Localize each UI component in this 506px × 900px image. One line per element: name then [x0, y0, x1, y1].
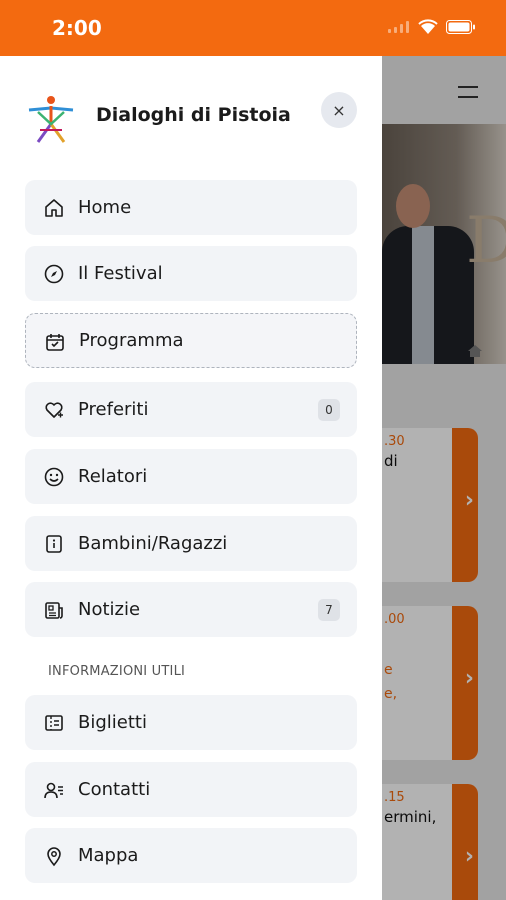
section-title: INFORMAZIONI UTILI — [48, 664, 186, 679]
status-icons — [388, 19, 476, 35]
menu-item-biglietti[interactable]: Biglietti — [25, 695, 357, 750]
home-small-icon — [468, 345, 482, 357]
heart-icon — [45, 402, 63, 418]
close-icon: × — [332, 100, 346, 120]
drawer-header: Dialoghi di Pistoia × — [0, 56, 382, 176]
ticket-icon — [45, 715, 63, 731]
menu-item-mappa[interactable]: Mappa — [25, 828, 357, 883]
contacts-icon — [44, 782, 63, 799]
status-bar: 2:00 — [0, 0, 506, 56]
close-drawer-button[interactable]: × — [321, 92, 357, 128]
menu-item-relatori[interactable]: Relatori — [25, 449, 357, 504]
dialoghi-logo-icon — [28, 96, 74, 143]
menu-item-label: Preferiti — [78, 399, 149, 420]
menu-item-preferiti[interactable]: Preferiti 0 — [25, 382, 357, 437]
battery-icon — [446, 20, 475, 34]
wifi-icon — [418, 19, 438, 34]
menu-item-bambini-ragazzi[interactable]: Bambini/Ragazzi — [25, 516, 357, 571]
favorites-count-badge: 0 — [318, 399, 340, 421]
menu-item-contatti[interactable]: Contatti — [25, 762, 357, 817]
menu-item-label: Bambini/Ragazzi — [78, 533, 228, 554]
news-icon — [45, 602, 63, 619]
home-icon — [45, 199, 63, 217]
signal-icon — [388, 21, 409, 33]
menu-item-label: Il Festival — [78, 263, 163, 284]
menu-item-programma[interactable]: Programma — [25, 313, 357, 368]
calendar-icon — [46, 334, 64, 351]
menu-item-label: Contatti — [78, 779, 151, 800]
menu-item-label: Programma — [79, 330, 184, 351]
menu-item-label: Home — [78, 197, 132, 218]
status-time: 2:00 — [52, 16, 102, 40]
smiley-icon — [44, 467, 64, 487]
app-title: Dialoghi di Pistoia — [96, 104, 291, 126]
menu-item-label: Notizie — [78, 599, 141, 620]
map-pin-icon — [47, 847, 61, 867]
news-count-badge: 7 — [318, 599, 340, 621]
menu-item-home[interactable]: Home — [25, 180, 357, 235]
info-icon — [46, 535, 62, 553]
menu-item-festival[interactable]: Il Festival — [25, 246, 357, 301]
menu-item-label: Mappa — [78, 845, 139, 866]
menu-item-notizie[interactable]: Notizie 7 — [25, 582, 357, 637]
menu-item-label: Relatori — [78, 466, 148, 487]
menu-item-label: Biglietti — [78, 712, 147, 733]
compass-icon — [44, 264, 64, 284]
navigation-drawer: Dialoghi di Pistoia × Home Il Festival P… — [0, 56, 382, 900]
